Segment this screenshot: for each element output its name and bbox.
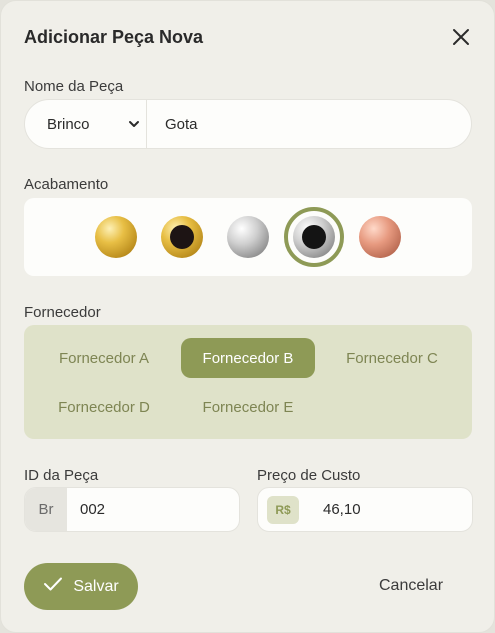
supplier-option-label: Fornecedor D [58,398,150,416]
finish-label: Acabamento [24,176,109,193]
piece-id-label: ID da Peça [24,467,99,484]
supplier-option-a[interactable]: Fornecedor A [39,338,169,378]
save-button-label: Salvar [73,577,119,595]
supplier-option-d[interactable]: Fornecedor D [39,387,169,427]
supplier-option-label: Fornecedor C [346,349,438,367]
piece-type-select[interactable]: Brinco [25,100,147,148]
supplier-option-label: Fornecedor E [202,398,294,416]
finish-swatch-silver-hole-selected[interactable] [284,207,344,267]
cancel-button[interactable]: Cancelar [379,577,443,595]
supplier-option-label: Fornecedor A [58,349,150,367]
cost-input[interactable]: 46,10 [299,501,361,518]
dialog-header: Adicionar Peça Nova [24,25,472,49]
currency-badge: R$ [267,495,299,524]
finish-swatch-gold[interactable] [95,216,137,258]
check-icon [43,576,63,597]
finish-swatch-gold-hole[interactable] [161,216,203,258]
piece-id-prefix: Br [25,488,67,531]
save-button[interactable]: Salvar [24,563,138,610]
piece-type-value: Brinco [47,115,90,133]
cost-label: Preço de Custo [257,467,361,484]
supplier-option-c[interactable]: Fornecedor C [327,338,457,378]
piece-name-input[interactable]: Gota [147,116,198,133]
supplier-label: Fornecedor [24,304,101,321]
piece-id-input[interactable]: 002 [67,501,105,518]
add-piece-dialog: Adicionar Peça Nova Nome da Peça Brinco … [0,0,495,633]
finish-panel [24,198,472,276]
piece-name-label: Nome da Peça [24,78,124,95]
finish-swatch-rose-gold[interactable] [359,216,401,258]
supplier-panel: Fornecedor A Fornecedor B Fornecedor C F… [24,325,472,439]
supplier-option-b[interactable]: Fornecedor B [181,338,315,378]
piece-name-field: Brinco Gota [24,99,472,149]
piece-id-field[interactable]: Br 002 [24,487,240,532]
cost-field[interactable]: R$ 46,10 [257,487,473,532]
close-icon[interactable] [450,26,472,48]
supplier-option-label: Fornecedor B [202,349,294,367]
chevron-down-icon [128,117,140,134]
supplier-option-e[interactable]: Fornecedor E [181,387,315,427]
dialog-title: Adicionar Peça Nova [24,26,204,47]
finish-swatch-silver[interactable] [227,216,269,258]
